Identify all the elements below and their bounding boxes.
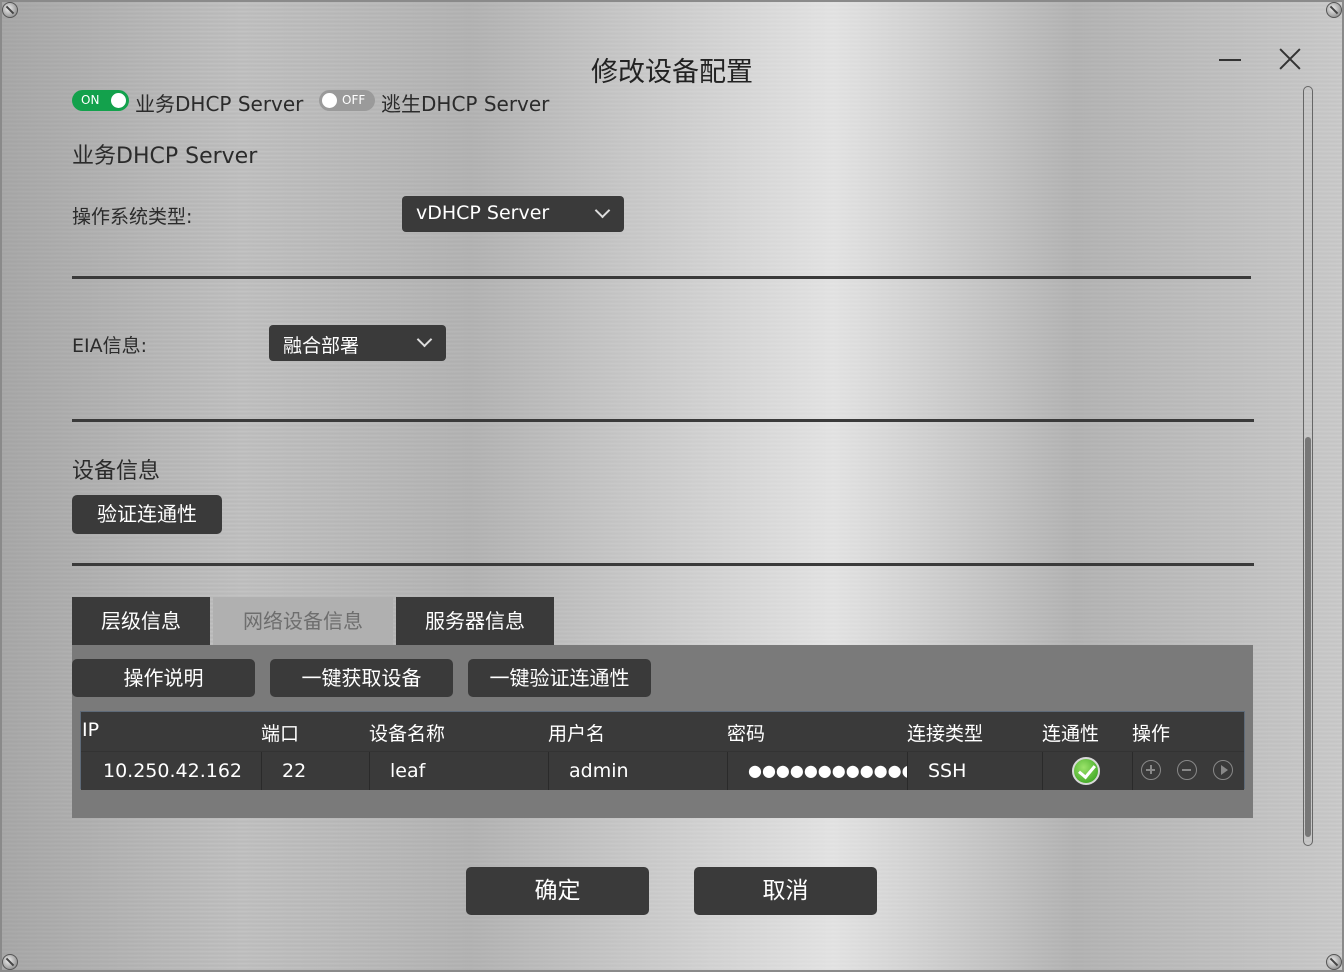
verify-all-button[interactable]: 一键验证连通性 xyxy=(468,659,651,697)
fetch-devices-button[interactable]: 一键获取设备 xyxy=(270,659,453,697)
close-icon[interactable] xyxy=(1275,44,1305,74)
column-header-conn-type: 连接类型 xyxy=(907,723,984,745)
verify-connectivity-button[interactable]: 验证连通性 xyxy=(72,495,222,534)
os-type-value: vDHCP Server xyxy=(416,202,550,224)
minimize-icon[interactable] xyxy=(1215,44,1245,74)
cell-actions xyxy=(1132,752,1244,790)
cell-password[interactable]: ●●●●●●●●●●●●●● xyxy=(727,752,907,790)
column-header-device-name: 设备名称 xyxy=(369,723,446,745)
chevron-down-icon xyxy=(416,331,433,348)
play-circle-icon[interactable] xyxy=(1213,760,1233,780)
cell-ip[interactable]: 10.250.42.162 xyxy=(81,752,261,790)
minus-circle-icon[interactable] xyxy=(1177,760,1197,780)
chevron-down-icon xyxy=(594,202,611,219)
cell-device-name[interactable]: leaf xyxy=(369,752,548,790)
tab-server-info[interactable]: 服务器信息 xyxy=(396,597,554,645)
plus-circle-icon[interactable] xyxy=(1141,760,1161,780)
column-header-connectivity: 连通性 xyxy=(1042,723,1100,745)
section-title-device-info: 设备信息 xyxy=(72,459,161,484)
toggle-state-label: OFF xyxy=(342,93,366,107)
tab-network-device-info[interactable]: 网络设备信息 xyxy=(213,597,393,645)
cell-port[interactable]: 22 xyxy=(261,752,369,790)
column-header-username: 用户名 xyxy=(548,723,606,745)
device-table: IP 端口 设备名称 用户名 密码 连接类型 连通性 操作 10.250.42.… xyxy=(80,711,1245,790)
toggle-knob xyxy=(322,93,337,108)
divider xyxy=(72,563,1254,566)
escape-dhcp-toggle-label: 逃生DHCP Server xyxy=(381,92,550,116)
cell-username[interactable]: admin xyxy=(548,752,727,790)
os-type-label: 操作系统类型: xyxy=(72,206,193,228)
column-header-actions: 操作 xyxy=(1132,723,1171,745)
toggle-state-label: ON xyxy=(81,93,100,107)
cancel-button[interactable]: 取消 xyxy=(694,867,877,915)
toggle-knob xyxy=(111,93,126,108)
section-title-biz-dhcp: 业务DHCP Server xyxy=(72,144,258,169)
column-header-port: 端口 xyxy=(261,723,300,745)
cell-conn-type[interactable]: SSH xyxy=(907,752,1042,790)
instructions-button[interactable]: 操作说明 xyxy=(72,659,255,697)
eia-select[interactable]: 融合部署 xyxy=(269,325,446,361)
screw-icon xyxy=(1326,954,1342,970)
scrollbar-thumb[interactable] xyxy=(1305,437,1311,837)
screw-icon xyxy=(2,2,18,18)
divider xyxy=(72,276,1251,279)
biz-dhcp-toggle[interactable]: ON xyxy=(72,90,129,111)
dialog-title: 修改设备配置 xyxy=(591,57,753,88)
os-type-select[interactable]: vDHCP Server xyxy=(402,196,624,232)
column-header-password: 密码 xyxy=(727,723,766,745)
screw-icon xyxy=(1326,2,1342,18)
divider xyxy=(72,419,1254,422)
table-row: 10.250.42.162 22 leaf admin ●●●●●●●●●●●●… xyxy=(81,751,1244,790)
cell-connectivity xyxy=(1042,752,1132,790)
escape-dhcp-toggle[interactable]: OFF xyxy=(319,90,375,111)
tab-level-info[interactable]: 层级信息 xyxy=(72,597,210,645)
eia-label: EIA信息: xyxy=(72,335,148,357)
check-circle-icon xyxy=(1072,757,1100,785)
vertical-scrollbar[interactable] xyxy=(1303,86,1313,846)
column-header-ip: IP xyxy=(82,719,100,741)
eia-value: 融合部署 xyxy=(283,335,360,357)
ok-button[interactable]: 确定 xyxy=(466,867,649,915)
screw-icon xyxy=(2,954,18,970)
biz-dhcp-toggle-label: 业务DHCP Server xyxy=(135,92,304,116)
